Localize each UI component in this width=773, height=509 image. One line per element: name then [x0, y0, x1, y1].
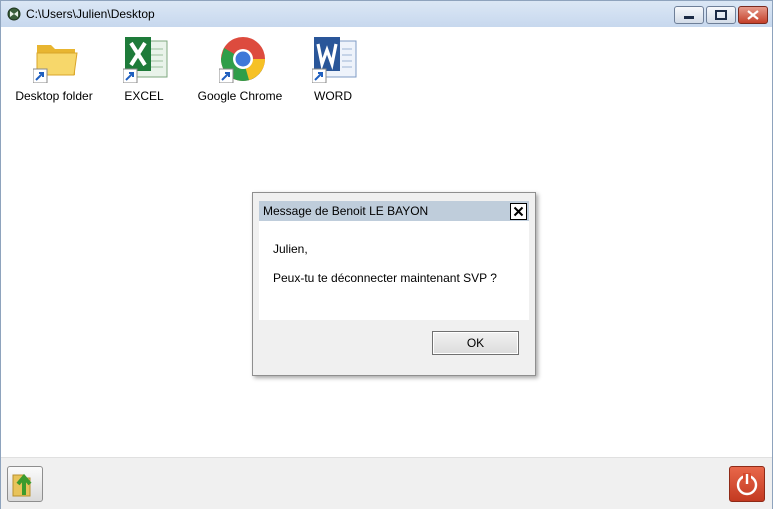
excel-icon	[123, 37, 168, 83]
close-icon	[513, 206, 524, 217]
folder-up-icon	[12, 473, 32, 497]
word-icon	[312, 37, 357, 83]
minimize-icon	[684, 16, 694, 19]
maximize-button[interactable]	[706, 6, 736, 24]
excel-shortcut[interactable]: EXCEL	[99, 35, 189, 105]
word-label: WORD	[314, 89, 352, 103]
chrome-label: Google Chrome	[197, 89, 283, 103]
ok-button[interactable]: OK	[432, 331, 519, 355]
folder-icon	[33, 45, 78, 83]
dialog-close-button[interactable]	[510, 203, 527, 220]
chrome-icon	[219, 37, 265, 83]
maximize-icon	[715, 10, 727, 20]
desktop-folder-label: Desktop folder	[15, 89, 93, 103]
dialog-message-line-1: Julien,	[273, 242, 308, 256]
title-bar[interactable]: C:\Users\Julien\Desktop	[1, 1, 772, 27]
minimize-button[interactable]	[674, 6, 704, 24]
desktop-folder-shortcut[interactable]: Desktop folder	[9, 35, 99, 105]
dialog-body: Julien, Peux-tu te déconnecter maintenan…	[259, 221, 529, 320]
dialog-message-line-2: Peux-tu te déconnecter maintenant SVP ?	[273, 271, 497, 285]
word-shortcut[interactable]: WORD	[288, 35, 378, 105]
message-dialog: Message de Benoit LE BAYON Julien, Peux-…	[252, 192, 536, 376]
dialog-title: Message de Benoit LE BAYON	[263, 204, 429, 218]
close-icon	[747, 10, 759, 20]
chrome-shortcut[interactable]: Google Chrome	[195, 35, 285, 105]
app-icon	[7, 7, 21, 21]
power-icon	[736, 473, 758, 496]
power-button[interactable]	[729, 466, 765, 502]
dialog-title-bar[interactable]: Message de Benoit LE BAYON	[259, 201, 529, 221]
bottom-toolbar	[1, 457, 772, 509]
excel-label: EXCEL	[124, 89, 164, 103]
close-button[interactable]	[738, 6, 768, 24]
window-title: C:\Users\Julien\Desktop	[26, 7, 155, 21]
folder-up-button[interactable]	[7, 466, 43, 502]
